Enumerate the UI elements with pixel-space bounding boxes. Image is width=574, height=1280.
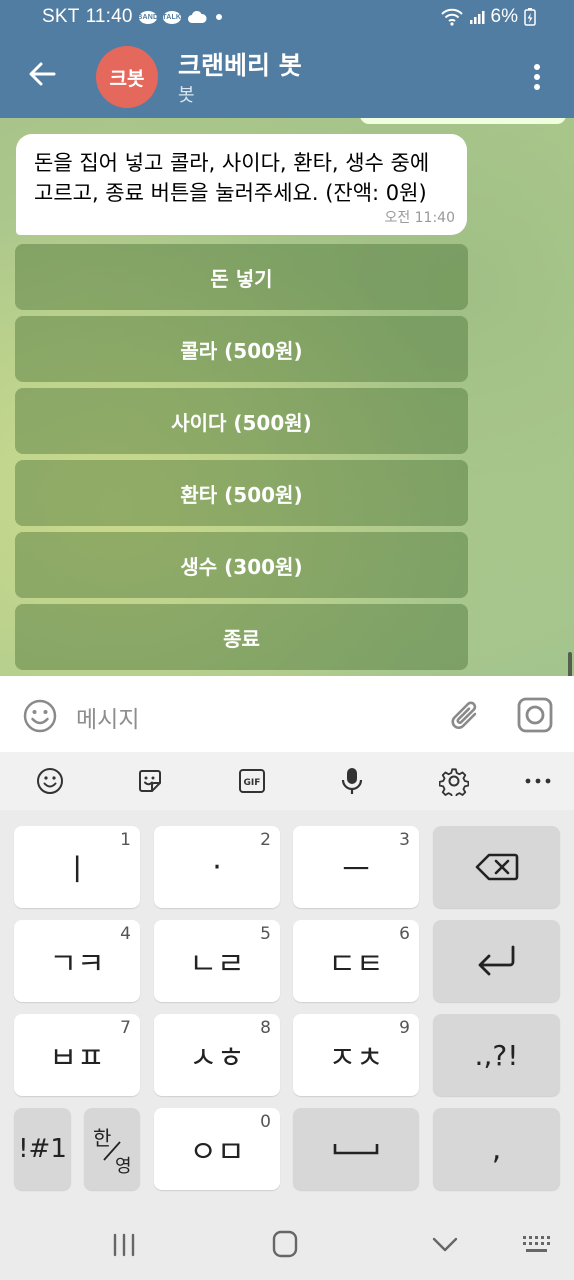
battery-icon xyxy=(524,8,536,26)
backspace-icon xyxy=(475,853,518,881)
inline-button-exit[interactable]: 종료 xyxy=(15,604,468,670)
recent-apps-icon[interactable] xyxy=(112,1232,136,1258)
message-input-bar: 메시지 xyxy=(0,676,574,752)
enter-key[interactable] xyxy=(433,920,560,1002)
microphone-icon[interactable] xyxy=(336,765,368,797)
comma-key[interactable]: , xyxy=(433,1108,560,1190)
chat-subtitle: 봇 xyxy=(178,85,195,106)
key-num: 8 xyxy=(260,1018,271,1038)
key-num: 6 xyxy=(399,924,410,944)
cloud-icon xyxy=(187,10,207,23)
carrier: SKT xyxy=(42,6,80,27)
language-toggle-key[interactable]: 한 영 xyxy=(84,1108,140,1190)
key-num: 1 xyxy=(120,830,131,850)
wifi-icon xyxy=(440,8,463,26)
clock: 11:40 xyxy=(85,6,133,27)
inline-button-water[interactable]: 생수 (300원) xyxy=(15,532,468,598)
enter-icon xyxy=(478,945,514,976)
key-char: · xyxy=(212,849,222,885)
scroll-indicator[interactable] xyxy=(568,652,572,676)
back-arrow-icon[interactable] xyxy=(26,58,58,90)
chat-title[interactable]: 크랜베리 봇 xyxy=(178,46,302,82)
key-2[interactable]: · 2 xyxy=(154,826,280,908)
key-char: ㅈㅊ xyxy=(328,1041,384,1076)
status-bar: SKT 11:40 BAND TALK 6% xyxy=(0,0,574,36)
key-num: 2 xyxy=(260,830,271,850)
back-nav-icon[interactable] xyxy=(432,1236,458,1254)
home-icon[interactable] xyxy=(272,1230,298,1258)
keyboard: ㅣ 1 · 2 ㅡ 3 ㄱㅋ 4 ㄴㄹ 5 ㄷㅌ 6 ㅂㅍ 7 ㅅㅎ 8 ㅈㅊ … xyxy=(0,810,574,1210)
gif-icon[interactable]: GIF xyxy=(236,765,268,797)
camera-icon[interactable] xyxy=(516,696,554,734)
chat-header: 크봇 크랜베리 봇 봇 xyxy=(0,36,574,118)
sticker-icon[interactable] xyxy=(134,765,166,797)
key-char: ㅅㅎ xyxy=(189,1041,245,1076)
system-nav-bar xyxy=(0,1210,574,1280)
key-num: 4 xyxy=(120,924,131,944)
key-num: 9 xyxy=(399,1018,410,1038)
inline-button-insert-money[interactable]: 돈 넣기 xyxy=(15,244,468,310)
key-char: ㅣ xyxy=(63,853,91,888)
settings-gear-icon[interactable] xyxy=(438,765,470,797)
key-char: ㅂㅍ xyxy=(49,1041,105,1076)
gif-label: GIF xyxy=(244,778,261,788)
inline-button-cider[interactable]: 사이다 (500원) xyxy=(15,388,468,454)
message-input[interactable]: 메시지 xyxy=(76,700,139,734)
message-text: 돈을 집어 넣고 콜라, 사이다, 환타, 생수 중에 고르고, 종료 버튼을 … xyxy=(34,151,430,205)
status-left: SKT 11:40 BAND TALK xyxy=(42,6,225,28)
key-5[interactable]: ㄴㄹ 5 xyxy=(154,920,280,1002)
status-right: 6% xyxy=(440,6,536,28)
battery-percent: 6% xyxy=(490,6,518,27)
key-8[interactable]: ㅅㅎ 8 xyxy=(154,1014,280,1096)
signal-icon xyxy=(469,11,485,24)
punctuation-key[interactable]: .,?! xyxy=(433,1014,560,1096)
backspace-key[interactable] xyxy=(433,826,560,908)
key-char: ㅡ xyxy=(342,853,370,888)
inline-button-fanta[interactable]: 환타 (500원) xyxy=(15,460,468,526)
key-num: 7 xyxy=(120,1018,131,1038)
emoji-icon[interactable] xyxy=(22,698,58,734)
avatar[interactable]: 크봇 xyxy=(96,46,158,108)
slash-icon xyxy=(103,1141,121,1161)
key-1[interactable]: ㅣ 1 xyxy=(14,826,140,908)
key-num: 0 xyxy=(260,1112,271,1132)
key-6[interactable]: ㄷㅌ 6 xyxy=(293,920,419,1002)
key-num: 3 xyxy=(399,830,410,850)
chat-area[interactable]: 돈을 집어 넣고 콜라, 사이다, 환타, 생수 중에 고르고, 종료 버튼을 … xyxy=(0,118,574,676)
emoji-keyboard-icon[interactable] xyxy=(34,765,66,797)
message-time: 오전 11:40 xyxy=(384,210,455,226)
more-horizontal-icon[interactable] xyxy=(522,765,554,797)
key-9[interactable]: ㅈㅊ 9 xyxy=(293,1014,419,1096)
symbols-key[interactable]: !#1 xyxy=(14,1108,71,1190)
key-char: ㄴㄹ xyxy=(189,947,245,982)
key-char: ㄱㅋ xyxy=(49,947,105,982)
key-char: ㅇㅁ xyxy=(189,1135,245,1170)
key-4[interactable]: ㄱㅋ 4 xyxy=(14,920,140,1002)
keyboard-switch-icon[interactable] xyxy=(522,1234,552,1256)
key-3[interactable]: ㅡ 3 xyxy=(293,826,419,908)
space-key[interactable] xyxy=(293,1108,419,1190)
more-vertical-icon[interactable] xyxy=(526,62,548,92)
inline-button-cola[interactable]: 콜라 (500원) xyxy=(15,316,468,382)
key-num: 5 xyxy=(260,924,271,944)
band-notification-icon: BAND xyxy=(137,10,158,24)
space-icon xyxy=(333,1144,379,1155)
key-7[interactable]: ㅂㅍ 7 xyxy=(14,1014,140,1096)
talk-notification-icon: TALK xyxy=(162,10,181,24)
key-0[interactable]: ㅇㅁ 0 xyxy=(154,1108,280,1190)
previous-message-bubble xyxy=(360,118,566,124)
lang-english: 영 xyxy=(115,1156,132,1177)
message-bubble[interactable]: 돈을 집어 넣고 콜라, 사이다, 환타, 생수 중에 고르고, 종료 버튼을 … xyxy=(16,134,467,235)
key-char: ㄷㅌ xyxy=(328,947,384,982)
attach-icon[interactable] xyxy=(448,696,484,736)
keyboard-toolbar: GIF xyxy=(0,752,574,810)
dot-icon xyxy=(215,14,222,20)
